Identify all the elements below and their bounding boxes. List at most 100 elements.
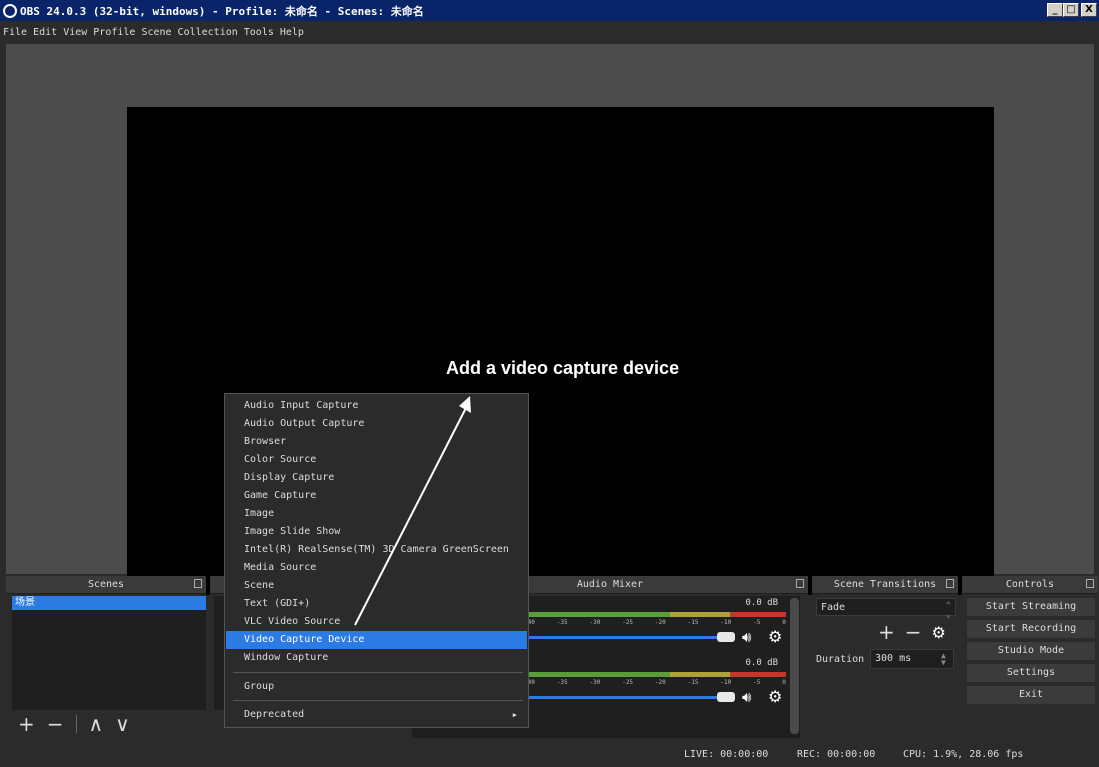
menu-edit[interactable]: Edit [33, 27, 57, 38]
channel-db: 0.0 dB [745, 598, 778, 608]
minimize-button[interactable]: _ [1047, 3, 1063, 17]
mixer-channel: 0.0 dB -40 -35 -30 -25 -20 -15 -10 -5 0 … [524, 598, 786, 648]
volume-fader-knob[interactable] [717, 692, 735, 702]
menu-file[interactable]: File [3, 27, 27, 38]
speaker-icon[interactable]: 🔊︎ [742, 628, 751, 646]
scenes-title: Scenes [87, 579, 125, 590]
duration-spinbox[interactable]: 300 ms ▲ ▼ [870, 649, 954, 669]
menu-item-deprecated[interactable]: Deprecated ▶ [226, 706, 527, 724]
menu-item-scene[interactable]: Scene [226, 577, 527, 595]
transition-select[interactable]: Fade ⌃ ⌄ [816, 598, 956, 620]
spin-arrows-icon[interactable]: ▲ ▼ [941, 652, 951, 667]
menu-divider [233, 700, 523, 701]
controls-title: Controls [1005, 579, 1055, 590]
menu-item-display-capture[interactable]: Display Capture [226, 469, 527, 487]
menu-item-game-capture[interactable]: Game Capture [226, 487, 527, 505]
menu-item-vlc-video-source[interactable]: VLC Video Source [226, 613, 527, 631]
channel-db: 0.0 dB [745, 658, 778, 668]
volume-fader[interactable] [524, 696, 720, 699]
menu-item-text-gdi[interactable]: Text (GDI+) [226, 595, 527, 613]
speaker-icon[interactable]: 🔊︎ [742, 688, 751, 706]
move-up-icon[interactable]: ∧ [89, 714, 104, 734]
transitions-header: Scene Transitions [812, 576, 958, 594]
controls-header: Controls [962, 576, 1098, 594]
scene-controls: + − ∧ ∨ [18, 714, 142, 734]
menu-item-audio-input-capture[interactable]: Audio Input Capture [226, 397, 527, 415]
menu-view[interactable]: View [63, 27, 87, 38]
scene-list[interactable]: 场景 [12, 596, 206, 710]
start-streaming-button[interactable]: Start Streaming [966, 597, 1096, 617]
live-status: LIVE: 00:00:00 [684, 749, 769, 760]
menu-item-realsense[interactable]: Intel(R) RealSense(TM) 3D Camera GreenSc… [226, 541, 527, 559]
float-icon[interactable] [1086, 579, 1094, 588]
tick-label: -30 [589, 679, 601, 686]
float-icon[interactable] [946, 579, 954, 588]
select-arrows-icon: ⌃ ⌄ [945, 601, 951, 620]
transition-tools: + − ⚙ [878, 620, 946, 644]
exit-button[interactable]: Exit [966, 685, 1096, 705]
mixer-scrollbar[interactable] [790, 598, 799, 734]
duration-label: Duration [816, 654, 865, 665]
duration-value: 300 ms [875, 653, 912, 664]
menu-item-group[interactable]: Group [226, 678, 527, 696]
gear-icon[interactable]: ⚙ [932, 623, 946, 642]
menu-scene-collection[interactable]: Scene Collection [141, 27, 237, 38]
float-icon[interactable] [796, 579, 804, 588]
menu-item-browser[interactable]: Browser [226, 433, 527, 451]
gear-icon[interactable]: ⚙ [768, 627, 782, 646]
menu-item-media-source[interactable]: Media Source [226, 559, 527, 577]
meter-ticks: -40 -35 -30 -25 -20 -15 -10 -5 0 [524, 679, 786, 687]
settings-button[interactable]: Settings [966, 663, 1096, 683]
menu-item-audio-output-capture[interactable]: Audio Output Capture [226, 415, 527, 433]
menu-tools[interactable]: Tools [244, 27, 274, 38]
studio-mode-button[interactable]: Studio Mode [966, 641, 1096, 661]
menu-item-image[interactable]: Image [226, 505, 527, 523]
tick-label: -20 [654, 679, 666, 686]
preview-area [6, 44, 1094, 595]
menu-item-window-capture[interactable]: Window Capture [226, 649, 527, 667]
menu-help[interactable]: Help [280, 27, 304, 38]
meter-ticks: -40 -35 -30 -25 -20 -15 -10 -5 0 [524, 619, 786, 627]
transition-value: Fade [821, 601, 846, 613]
transitions-title: Scene Transitions [833, 579, 937, 590]
rec-status: REC: 00:00:00 [797, 749, 876, 760]
add-scene-icon[interactable]: + [18, 714, 35, 734]
tick-label: -5 [753, 619, 761, 626]
float-icon[interactable] [194, 579, 202, 588]
scenes-dock: Scenes 场景 + − ∧ ∨ [6, 576, 206, 740]
mixer-channel: 0.0 dB -40 -35 -30 -25 -20 -15 -10 -5 0 … [524, 658, 786, 708]
submenu-arrow-icon: ▶ [512, 711, 517, 719]
cpu-status: CPU: 1.9%, 28.06 fps [903, 749, 1024, 760]
window-controls: _ □ X [1047, 3, 1097, 17]
start-recording-button[interactable]: Start Recording [966, 619, 1096, 639]
add-source-menu: Audio Input Capture Audio Output Capture… [224, 393, 529, 728]
menu-item-image-slide-show[interactable]: Image Slide Show [226, 523, 527, 541]
tick-label: -5 [753, 679, 761, 686]
close-button[interactable]: X [1081, 3, 1097, 17]
menu-item-video-capture-device[interactable]: Video Capture Device [226, 631, 527, 649]
tick-label: -35 [556, 619, 568, 626]
tick-label: -25 [622, 679, 634, 686]
volume-fader[interactable] [524, 636, 720, 639]
obs-logo-icon [3, 3, 17, 18]
move-down-icon[interactable]: ∨ [115, 714, 130, 734]
remove-scene-icon[interactable]: − [47, 714, 64, 734]
gear-icon[interactable]: ⚙ [768, 687, 782, 706]
controls-dock: Controls Start Streaming Start Recording… [962, 576, 1098, 740]
scene-transitions-dock: Scene Transitions Fade ⌃ ⌄ + − ⚙ Duration… [812, 576, 958, 740]
scene-item[interactable]: 场景 [12, 596, 206, 610]
menu-item-color-source[interactable]: Color Source [226, 451, 527, 469]
maximize-button[interactable]: □ [1063, 3, 1079, 17]
window-title: OBS 24.0.3 (32-bit, windows) - Profile: … [20, 4, 424, 18]
tick-label: 0 [782, 679, 786, 686]
add-transition-icon[interactable]: + [878, 620, 895, 644]
tick-label: -30 [589, 619, 601, 626]
menu-profile[interactable]: Profile [93, 27, 135, 38]
menu-divider [233, 672, 523, 673]
tick-label: -10 [720, 619, 732, 626]
volume-meter [524, 672, 786, 677]
tick-label: -35 [556, 679, 568, 686]
remove-transition-icon[interactable]: − [905, 620, 922, 644]
volume-fader-knob[interactable] [717, 632, 735, 642]
menu-bar: File Edit View Profile Scene Collection … [0, 21, 1099, 43]
